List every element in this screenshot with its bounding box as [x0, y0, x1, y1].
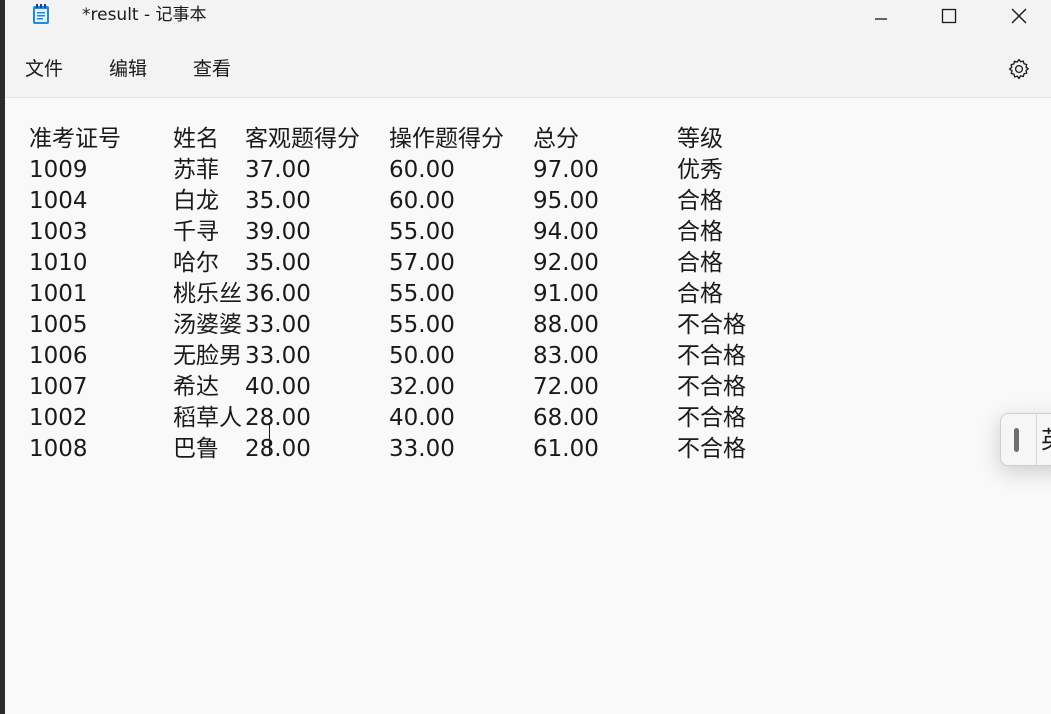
total-score: 94.00 — [533, 219, 599, 245]
student-name: 汤婆婆 — [173, 312, 242, 338]
operation-score: 57.00 — [389, 250, 455, 276]
header-exam-id: 准考证号 — [29, 126, 121, 152]
student-name: 桃乐丝 — [173, 281, 242, 307]
objective-score: 39.00 — [245, 219, 311, 245]
total-score: 68.00 — [533, 405, 599, 431]
student-name: 无脸男 — [173, 343, 242, 369]
operation-score: 60.00 — [389, 157, 455, 183]
menu-file[interactable]: 文件 — [25, 56, 63, 82]
objective-score: 37.00 — [245, 157, 311, 183]
objective-score: 33.00 — [245, 343, 311, 369]
total-score: 83.00 — [533, 343, 599, 369]
grade: 不合格 — [677, 343, 746, 369]
text-caret — [269, 424, 270, 454]
exam-id: 1005 — [29, 312, 88, 338]
menu-view[interactable]: 查看 — [193, 56, 231, 82]
exam-id: 1003 — [29, 219, 88, 245]
grade: 优秀 — [677, 157, 723, 183]
header-objective-score: 客观题得分 — [245, 126, 360, 152]
total-score: 95.00 — [533, 188, 599, 214]
objective-score: 36.00 — [245, 281, 311, 307]
objective-score: 40.00 — [245, 374, 311, 400]
student-name: 千寻 — [173, 219, 219, 245]
student-name: 希达 — [173, 374, 219, 400]
objective-score: 28.00 — [245, 436, 311, 462]
student-name: 巴鲁 — [173, 436, 219, 462]
objective-score: 35.00 — [245, 250, 311, 276]
operation-score: 32.00 — [389, 374, 455, 400]
objective-score: 28.00 — [245, 405, 311, 431]
operation-score: 40.00 — [389, 405, 455, 431]
grade: 合格 — [677, 281, 723, 307]
close-button[interactable] — [996, 0, 1042, 32]
grade: 合格 — [677, 219, 723, 245]
total-score: 72.00 — [533, 374, 599, 400]
exam-id: 1006 — [29, 343, 88, 369]
grade: 合格 — [677, 188, 723, 214]
total-score: 91.00 — [533, 281, 599, 307]
student-name: 白龙 — [173, 188, 219, 214]
minimize-icon — [873, 8, 889, 24]
ime-mode-toggle[interactable]: 英 — [1041, 426, 1051, 454]
grade: 不合格 — [677, 405, 746, 431]
operation-score: 50.00 — [389, 343, 455, 369]
exam-id: 1002 — [29, 405, 88, 431]
grade: 不合格 — [677, 312, 746, 338]
title-bar[interactable]: *result - 记事本 — [5, 0, 1051, 32]
grade: 不合格 — [677, 436, 746, 462]
maximize-icon — [941, 8, 957, 24]
objective-score: 35.00 — [245, 188, 311, 214]
menu-bar: 文件 编辑 查看 — [5, 46, 1051, 96]
total-score: 88.00 — [533, 312, 599, 338]
maximize-button[interactable] — [926, 0, 972, 32]
ime-separator — [1036, 414, 1037, 465]
operation-score: 55.00 — [389, 312, 455, 338]
student-name: 稻草人 — [173, 405, 242, 431]
operation-score: 55.00 — [389, 281, 455, 307]
total-score: 61.00 — [533, 436, 599, 462]
exam-id: 1009 — [29, 157, 88, 183]
close-icon — [1010, 7, 1028, 25]
exam-id: 1007 — [29, 374, 88, 400]
exam-id: 1004 — [29, 188, 88, 214]
student-name: 哈尔 — [173, 250, 219, 276]
header-name: 姓名 — [173, 126, 219, 152]
header-total: 总分 — [533, 126, 579, 152]
notepad-icon — [32, 3, 50, 25]
exam-id: 1001 — [29, 281, 88, 307]
text-editor[interactable]: 准考证号 姓名 客观题得分 操作题得分 总分 等级 1009 苏菲 37.00 … — [5, 98, 1051, 714]
operation-score: 60.00 — [389, 188, 455, 214]
student-name: 苏菲 — [173, 157, 219, 183]
operation-score: 55.00 — [389, 219, 455, 245]
exam-id: 1010 — [29, 250, 88, 276]
settings-button[interactable] — [1005, 57, 1033, 85]
ime-toolbar[interactable]: 英 — [1000, 413, 1051, 466]
header-grade: 等级 — [677, 126, 723, 152]
total-score: 92.00 — [533, 250, 599, 276]
gear-icon — [1007, 57, 1031, 85]
grade: 不合格 — [677, 374, 746, 400]
drag-handle-icon[interactable] — [1014, 428, 1019, 452]
operation-score: 33.00 — [389, 436, 455, 462]
grade: 合格 — [677, 250, 723, 276]
menu-edit[interactable]: 编辑 — [109, 56, 147, 82]
objective-score: 33.00 — [245, 312, 311, 338]
window-title: *result - 记事本 — [82, 5, 207, 25]
exam-id: 1008 — [29, 436, 88, 462]
total-score: 97.00 — [533, 157, 599, 183]
header-operation-score: 操作题得分 — [389, 126, 504, 152]
minimize-button[interactable] — [858, 0, 904, 32]
